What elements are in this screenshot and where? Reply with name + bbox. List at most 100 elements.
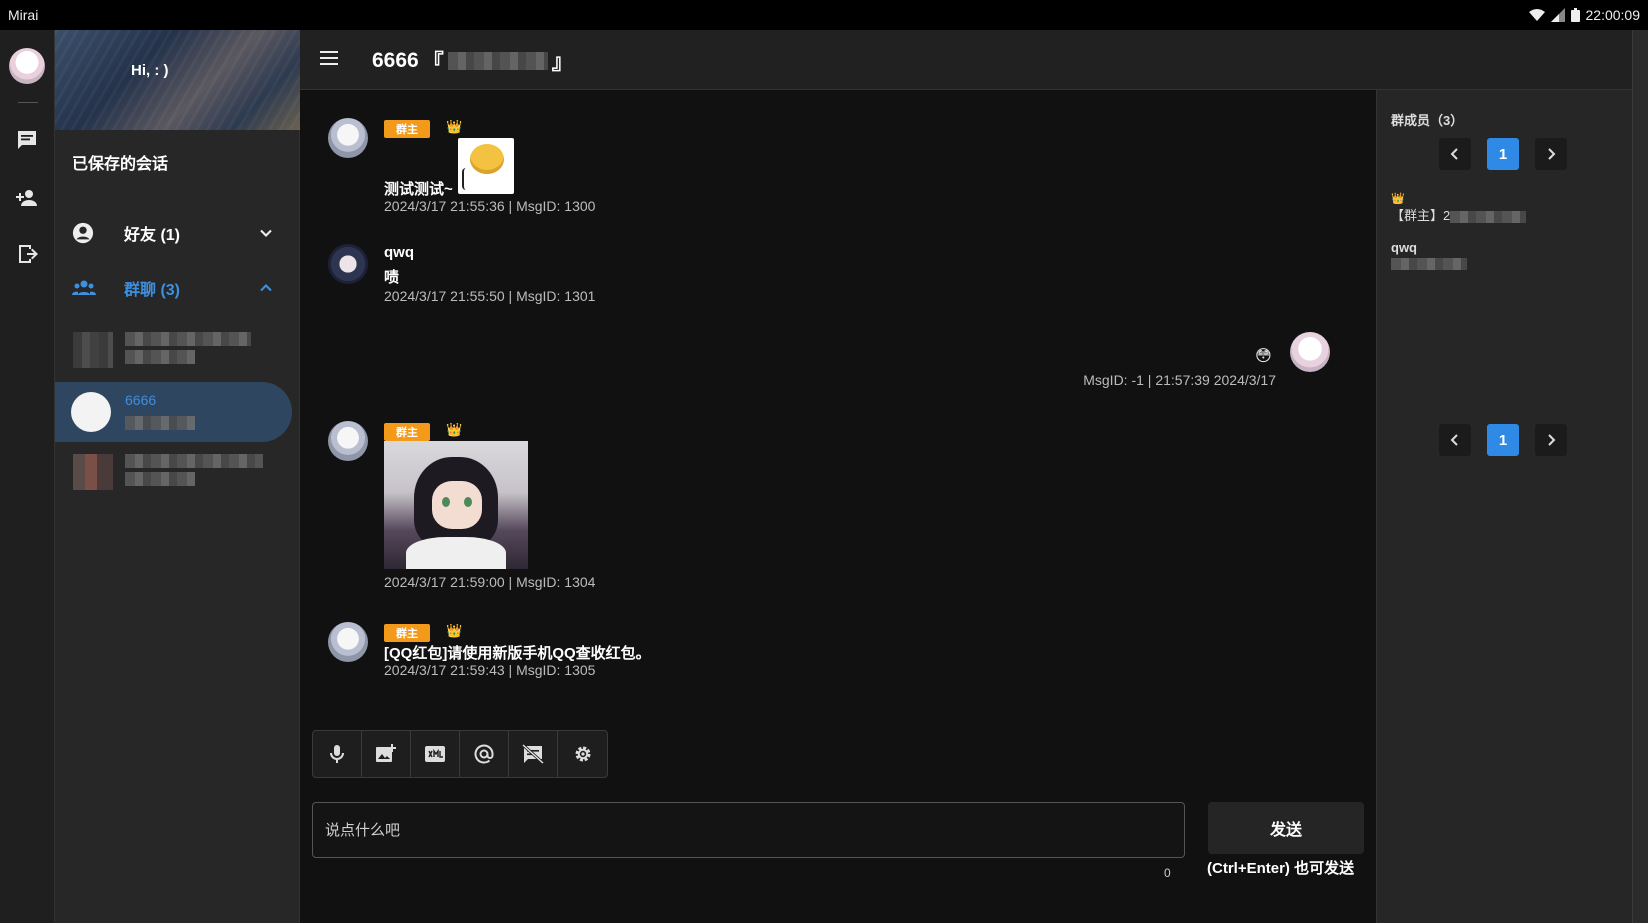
chevron-right-icon (1548, 148, 1556, 160)
voice-button[interactable] (313, 731, 362, 777)
send-hint: (Ctrl+Enter) 也可发送 (1207, 860, 1355, 877)
sender-avatar[interactable] (328, 421, 368, 461)
member-name: qwq (1391, 240, 1417, 255)
add-person-icon[interactable] (15, 186, 39, 210)
conversation-avatar (71, 392, 111, 432)
saved-sessions-title: 已保存的会话 (72, 156, 169, 173)
page-number-button[interactable]: 1 (1487, 424, 1519, 456)
conversation-avatar (73, 332, 113, 368)
message-meta: 2024/3/17 21:55:36 | MsgID: 1300 (384, 198, 596, 214)
conversation-sidebar: Hi, : ) 已保存的会话 好友 (1) 群聊 (3) 6666 (55, 30, 300, 923)
message-meta: 2024/3/17 21:55:50 | MsgID: 1301 (384, 288, 596, 304)
chat-icon[interactable] (15, 128, 39, 152)
image-upload-button[interactable] (362, 731, 411, 777)
sender-avatar[interactable] (328, 622, 368, 662)
owner-badge: 群主 (384, 120, 430, 138)
owner-badge: 群主 (384, 423, 430, 441)
message-meta: 2024/3/17 21:59:00 | MsgID: 1304 (384, 574, 596, 590)
conversation-name: 6666 (125, 392, 157, 408)
crown-icon: 👑 (1391, 193, 1405, 205)
at-icon (474, 744, 494, 764)
next-page-button[interactable] (1535, 424, 1567, 456)
profile-banner: Hi, : ) (55, 30, 300, 130)
member-label: 【群主】2 (1391, 208, 1451, 223)
conversation-preview-redacted (125, 350, 195, 364)
image-message[interactable] (384, 441, 528, 569)
message-text: 啧 (384, 269, 400, 286)
prev-page-button[interactable] (1439, 424, 1471, 456)
wifi-icon (1528, 9, 1545, 21)
battery-icon (1570, 8, 1580, 22)
sender-avatar[interactable] (328, 244, 368, 284)
image-add-icon (376, 744, 396, 762)
member-id-redacted (1391, 257, 1467, 270)
window-scrollbar[interactable] (1632, 30, 1648, 923)
account-icon (72, 222, 94, 244)
status-app-name: Mirai (8, 7, 39, 23)
owner-badge: 群主 (384, 624, 430, 642)
group-members-panel: 群成员（3） 1 👑 【群主】2 qwq 1 (1376, 90, 1632, 923)
avatar[interactable] (9, 48, 45, 84)
chevron-left-icon (1450, 434, 1458, 446)
logout-icon[interactable] (15, 242, 39, 266)
message-meta: 2024/3/17 21:59:43 | MsgID: 1305 (384, 662, 596, 678)
sticker-image[interactable] (458, 138, 514, 194)
chat-title-bracket-open: 『 (422, 51, 444, 74)
member-name-redacted (1450, 210, 1527, 223)
mention-button[interactable] (460, 731, 509, 777)
gear-icon (575, 746, 590, 762)
members-title: 群成员（3） (1391, 113, 1464, 128)
groups-label: 群聊 (3) (124, 282, 181, 299)
conversation-item[interactable] (55, 320, 300, 380)
message-input[interactable] (312, 802, 1185, 858)
crown-icon: 👑 (446, 422, 463, 437)
crown-icon: 👑 (446, 119, 463, 134)
message-list: 群主 👑 测试测试~ 2024/3/17 21:55:36 | MsgID: 1… (300, 90, 1376, 923)
menu-icon[interactable] (318, 48, 340, 68)
chevron-right-icon (1548, 434, 1556, 446)
next-page-button[interactable] (1535, 138, 1567, 170)
sender-name: qwq (384, 244, 414, 261)
xml-icon (425, 746, 445, 762)
members-pager-bottom: 1 (1439, 424, 1567, 456)
friends-section-toggle[interactable]: 好友 (1) (55, 213, 300, 253)
xml-button[interactable] (411, 731, 460, 777)
friends-label: 好友 (1) (124, 227, 181, 244)
chat-title: 6666 『 』 (372, 46, 573, 76)
send-button[interactable]: 发送 (1208, 802, 1364, 854)
conversation-preview-redacted (125, 472, 195, 486)
member-item[interactable]: qwq (1391, 240, 1467, 270)
members-pager-top: 1 (1439, 138, 1567, 170)
member-item-owner[interactable]: 👑 【群主】2 (1391, 192, 1527, 224)
message-text: 测试测试~ (384, 181, 453, 198)
chevron-left-icon (1450, 148, 1458, 160)
groups-section-toggle[interactable]: 群聊 (3) (55, 268, 300, 308)
chat-title-redacted (447, 52, 548, 70)
mic-icon (330, 745, 344, 763)
conversation-preview-redacted (125, 416, 195, 430)
composer-toolbar (312, 730, 608, 778)
conversation-item-active[interactable]: 6666 (55, 382, 292, 442)
signal-icon (1550, 8, 1565, 22)
chevron-down-icon (260, 229, 272, 237)
status-bar: Mirai 22:00:09 (0, 0, 1648, 30)
disable-message-button[interactable] (509, 731, 558, 777)
chat-header: 6666 『 』 (300, 30, 1632, 90)
message-emoji: 😳 (1255, 348, 1272, 365)
chat-title-bracket-close: 』 (551, 51, 573, 74)
status-icons: 22:00:09 (1528, 7, 1641, 23)
group-icon (72, 280, 96, 295)
page-number-button[interactable]: 1 (1487, 138, 1519, 170)
settings-button[interactable] (558, 731, 607, 777)
message-text: [QQ红包]请使用新版手机QQ查收红包。 (384, 645, 651, 662)
conversation-name-redacted (125, 332, 251, 346)
conversation-item[interactable] (55, 442, 300, 502)
char-counter: 0 (1164, 866, 1171, 880)
nav-rail (0, 30, 55, 923)
prev-page-button[interactable] (1439, 138, 1471, 170)
status-time: 22:00:09 (1585, 7, 1641, 23)
chat-title-prefix: 6666 (372, 49, 419, 72)
no-message-icon (522, 744, 544, 764)
self-avatar[interactable] (1290, 332, 1330, 372)
sender-avatar[interactable] (328, 118, 368, 158)
